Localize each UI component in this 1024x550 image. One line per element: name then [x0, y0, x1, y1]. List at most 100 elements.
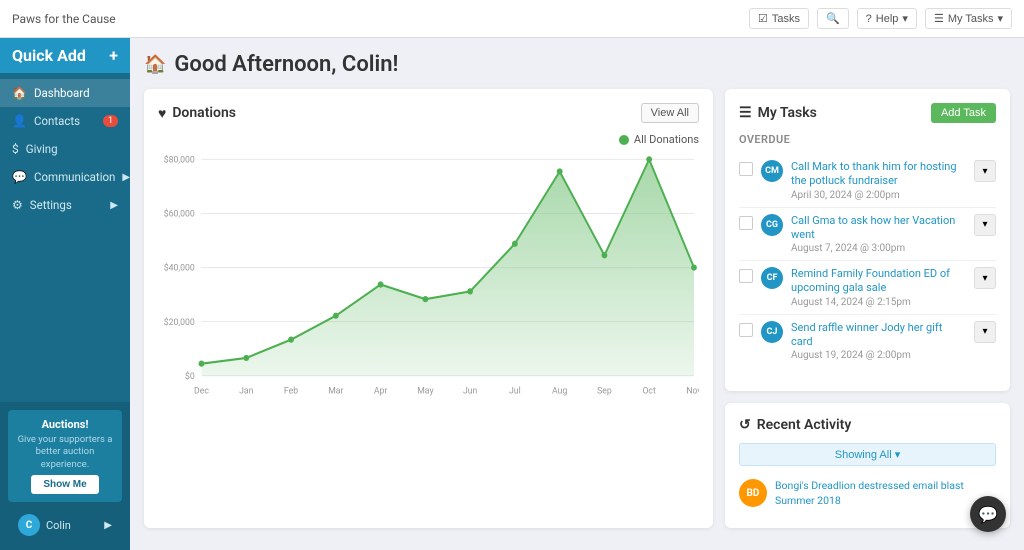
communication-icon: 💬: [12, 170, 27, 184]
task-content-4: Send raffle winner Jody her gift card Au…: [791, 321, 966, 362]
chart-point-mar: [333, 313, 339, 319]
svg-text:May: May: [417, 386, 434, 396]
recent-activity-title: ↺ Recent Activity: [739, 417, 851, 433]
task-date-1: April 30, 2024 @ 2:00pm: [791, 190, 966, 201]
user-menu-arrow: ▶: [104, 520, 112, 531]
search-button[interactable]: 🔍: [817, 8, 849, 29]
svg-text:Dec: Dec: [194, 386, 209, 396]
sidebar-item-dashboard[interactable]: 🏠 Dashboard: [0, 79, 130, 107]
sidebar-item-contacts[interactable]: 👤 Contacts 1: [0, 107, 130, 135]
task-date-4: August 19, 2024 @ 2:00pm: [791, 350, 966, 361]
user-name: Colin: [46, 519, 71, 532]
view-all-button[interactable]: View All: [641, 103, 699, 123]
legend-label: All Donations: [634, 133, 699, 146]
task-title-3[interactable]: Remind Family Foundation ED of upcoming …: [791, 267, 966, 296]
task-avatar-3: CF: [761, 267, 783, 289]
task-title-2[interactable]: Call Gma to ask how her Vacation went: [791, 214, 966, 243]
add-task-button[interactable]: Add Task: [931, 103, 996, 123]
task-action-1[interactable]: ▾: [974, 160, 996, 182]
chart-point-sep: [602, 252, 608, 258]
task-action-2[interactable]: ▾: [974, 214, 996, 236]
sidebar-bottom: Auctions! Give your supporters a better …: [0, 402, 130, 550]
tasks-button[interactable]: ☑ Tasks: [749, 8, 809, 29]
chat-bubble-button[interactable]: 💬: [970, 496, 1006, 532]
right-column: ☰ My Tasks Add Task Overdue CM Call Mark: [725, 89, 1010, 528]
sidebar-item-giving[interactable]: $ Giving: [0, 135, 130, 163]
brand-name: Paws for the Cause: [12, 12, 741, 26]
task-checkbox-2[interactable]: [739, 216, 753, 230]
auction-description: Give your supporters a better auction ex…: [16, 434, 114, 471]
greeting-text: Good Afternoon, Colin!: [174, 52, 398, 77]
contacts-icon: 👤: [12, 114, 27, 128]
svg-text:Nov: Nov: [686, 386, 699, 396]
main-layout: Quick Add + 🏠 Dashboard 👤 Contacts 1 $ G…: [0, 38, 1024, 550]
dashboard-grid: ♥ Donations View All All Donations: [144, 89, 1010, 528]
task-avatar-2: CG: [761, 214, 783, 236]
recent-activity-card: ↺ Recent Activity Showing All ▾ BD Bongi…: [725, 403, 1010, 527]
help-button[interactable]: ? Help ▾: [857, 8, 917, 29]
task-title-4[interactable]: Send raffle winner Jody her gift card: [791, 321, 966, 350]
dashboard-icon: 🏠: [12, 86, 27, 100]
svg-text:Apr: Apr: [374, 386, 387, 396]
task-date-2: August 7, 2024 @ 3:00pm: [791, 243, 966, 254]
chart-point-feb: [288, 337, 294, 343]
activity-icon: ↺: [739, 417, 751, 433]
tasks-card: ☰ My Tasks Add Task Overdue CM Call Mark: [725, 89, 1010, 391]
chat-icon: 💬: [978, 505, 998, 524]
chart-area: All Donations $80,000 $60,000 $40,000: [158, 133, 699, 413]
activity-text-1[interactable]: Bongi's Dreadlion destressed email blast…: [775, 479, 996, 508]
chart-point-jan: [243, 355, 249, 361]
svg-text:Aug: Aug: [552, 386, 567, 396]
recent-activity-header: ↺ Recent Activity: [739, 417, 996, 433]
task-item: CM Call Mark to thank him for hosting th…: [739, 154, 996, 208]
sidebar-item-communication[interactable]: 💬 Communication ▶: [0, 163, 130, 191]
donations-chart: $80,000 $60,000 $40,000 $20,000 $0: [158, 149, 699, 409]
quick-add-button[interactable]: Quick Add +: [0, 38, 130, 73]
task-avatar-1: CM: [761, 160, 783, 182]
showing-all-button[interactable]: Showing All ▾: [739, 443, 996, 466]
donations-card: ♥ Donations View All All Donations: [144, 89, 713, 528]
overdue-label: Overdue: [739, 133, 996, 146]
chart-legend: All Donations: [619, 133, 699, 146]
chevron-down-icon: ▾: [902, 12, 908, 25]
task-checkbox-3[interactable]: [739, 269, 753, 283]
task-checkbox-4[interactable]: [739, 323, 753, 337]
task-action-3[interactable]: ▾: [974, 267, 996, 289]
content-area: 🏠 Good Afternoon, Colin! ♥ Donations Vie…: [130, 38, 1024, 550]
show-me-button[interactable]: Show Me: [31, 475, 98, 494]
tasks-list-icon: ☰: [934, 12, 944, 25]
task-content-1: Call Mark to thank him for hosting the p…: [791, 160, 966, 201]
chart-point-oct: [646, 156, 652, 162]
task-content-3: Remind Family Foundation ED of upcoming …: [791, 267, 966, 308]
greeting-section: 🏠 Good Afternoon, Colin!: [144, 52, 1010, 77]
contacts-badge: 1: [103, 115, 118, 127]
sidebar-nav: 🏠 Dashboard 👤 Contacts 1 $ Giving 💬 Comm…: [0, 73, 130, 402]
svg-text:$40,000: $40,000: [164, 262, 195, 273]
chart-point-jul: [512, 241, 518, 247]
help-icon: ?: [866, 13, 872, 25]
sidebar-item-settings[interactable]: ⚙ Settings ▶: [0, 191, 130, 219]
chart-point-nov: [691, 264, 697, 270]
chart-point-apr: [378, 281, 384, 287]
heart-icon: ♥: [158, 105, 166, 122]
tasks-card-header: ☰ My Tasks Add Task: [739, 103, 996, 123]
task-title-1[interactable]: Call Mark to thank him for hosting the p…: [791, 160, 966, 189]
chart-point-aug: [557, 168, 563, 174]
task-item: CJ Send raffle winner Jody her gift card…: [739, 315, 996, 368]
auction-promo: Auctions! Give your supporters a better …: [8, 410, 122, 502]
tasks-card-icon: ☰: [739, 105, 752, 121]
task-checkbox-1[interactable]: [739, 162, 753, 176]
my-tasks-button[interactable]: ☰ My Tasks ▾: [925, 8, 1012, 29]
task-avatar-4: CJ: [761, 321, 783, 343]
giving-icon: $: [12, 142, 19, 156]
sidebar-user[interactable]: C Colin ▶: [8, 508, 122, 542]
activity-avatar-1: BD: [739, 479, 767, 507]
task-action-4[interactable]: ▾: [974, 321, 996, 343]
svg-text:Sep: Sep: [597, 386, 612, 396]
topbar: Paws for the Cause ☑ Tasks 🔍 ? Help ▾ ☰ …: [0, 0, 1024, 38]
communication-arrow: ▶: [122, 172, 130, 183]
tasks-card-title: ☰ My Tasks: [739, 105, 817, 121]
svg-text:Jan: Jan: [239, 386, 253, 396]
task-item: CG Call Gma to ask how her Vacation went…: [739, 208, 996, 262]
svg-text:Oct: Oct: [642, 386, 655, 396]
